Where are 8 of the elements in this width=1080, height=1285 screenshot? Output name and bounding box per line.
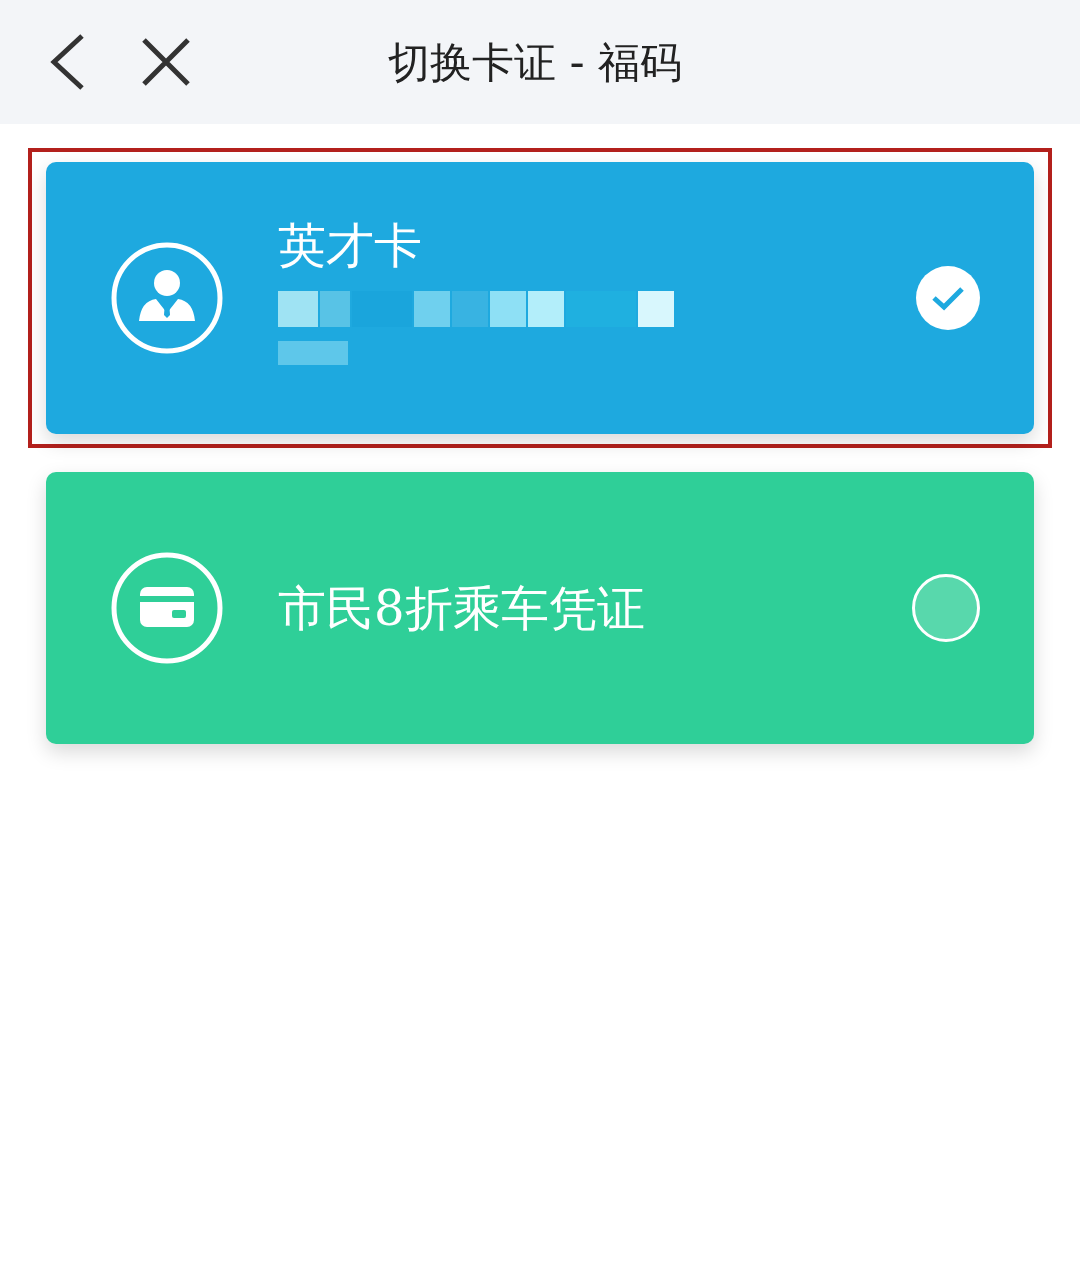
card-name: 英才卡 — [278, 216, 423, 275]
card-option[interactable]: 市民8折乘车凭证 — [46, 472, 1034, 744]
person-icon — [110, 241, 224, 355]
card-icon — [110, 551, 224, 665]
page-title: 切换卡证 - 福码 — [388, 36, 682, 89]
close-icon[interactable] — [140, 36, 192, 88]
card-option[interactable]: 英才卡 — [46, 162, 1034, 434]
card-name: 市民8折乘车凭证 — [278, 579, 646, 638]
